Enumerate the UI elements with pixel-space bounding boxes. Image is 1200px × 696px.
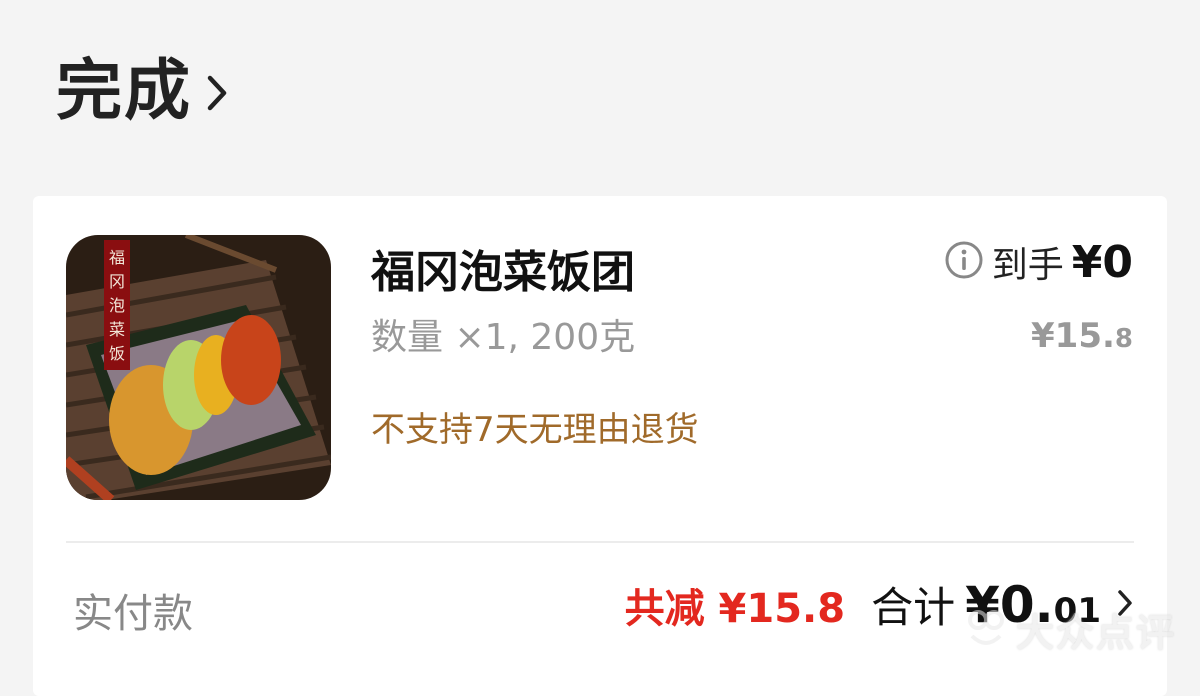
svg-text:泡: 泡 xyxy=(109,296,125,315)
return-policy-note: 不支持7天无理由退货 xyxy=(371,410,699,450)
product-name[interactable]: 福冈泡菜饭团 xyxy=(371,236,635,300)
product-image[interactable]: 福 冈 泡 菜 饭 xyxy=(66,235,331,500)
quantity-spec: 数量 ×1, 200克 xyxy=(371,317,636,358)
svg-text:冈: 冈 xyxy=(109,272,125,291)
svg-text:饭: 饭 xyxy=(109,344,125,363)
order-status-title: 完成 xyxy=(56,52,192,129)
original-price: ¥15.8 xyxy=(1031,316,1133,356)
order-status-header[interactable]: 完成 xyxy=(56,58,228,124)
svg-text:福: 福 xyxy=(109,248,125,267)
original-price-main: ¥15. xyxy=(1031,316,1115,356)
watermark-text: 大众点评 xyxy=(1015,611,1176,655)
total-label: 合计 xyxy=(871,583,956,632)
dianping-watermark: 大众点评 xyxy=(964,602,1176,657)
svg-text:菜: 菜 xyxy=(109,320,125,339)
original-price-decimal: 8 xyxy=(1114,324,1133,354)
divider xyxy=(66,541,1134,543)
paid-amount-label: 实付款 xyxy=(73,591,193,637)
received-label: 到手 xyxy=(991,245,1064,286)
received-value: ¥0 xyxy=(1071,236,1133,288)
chevron-right-icon xyxy=(206,74,228,116)
discount-total: 共减 ¥15.8 xyxy=(624,585,846,632)
received-price[interactable]: 到手 ¥0 xyxy=(944,236,1133,288)
dianping-logo-icon xyxy=(964,606,1008,654)
info-icon[interactable] xyxy=(944,240,984,284)
